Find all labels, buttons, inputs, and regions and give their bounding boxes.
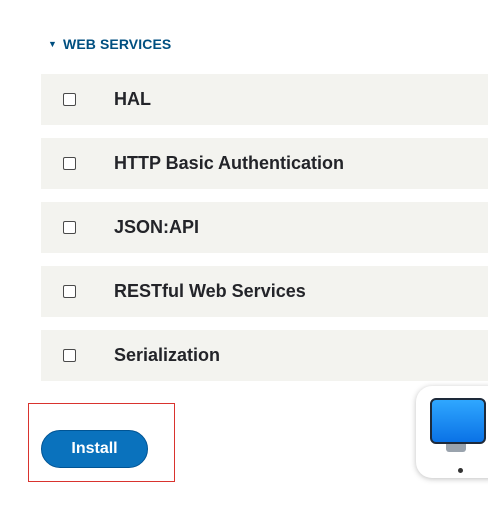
triangle-down-icon: ▼ <box>48 38 58 49</box>
page: ▼ WEB SERVICES HAL HTTP Basic Authentica… <box>0 0 488 518</box>
module-label-hal[interactable]: HAL <box>114 89 151 110</box>
module-row-http-basic-auth: HTTP Basic Authentication <box>41 138 488 189</box>
module-checkbox-hal[interactable] <box>63 93 76 106</box>
module-checkbox-jsonapi[interactable] <box>63 221 76 234</box>
module-row-restful: RESTful Web Services <box>41 266 488 317</box>
module-label-restful[interactable]: RESTful Web Services <box>114 281 306 302</box>
running-indicator-dot <box>458 468 463 473</box>
module-row-jsonapi: JSON:API <box>41 202 488 253</box>
module-list: HAL HTTP Basic Authentication JSON:API R… <box>41 74 488 394</box>
monitor-stand <box>446 444 466 452</box>
module-checkbox-serialization[interactable] <box>63 349 76 362</box>
install-button[interactable]: Install <box>41 430 148 468</box>
module-label-serialization[interactable]: Serialization <box>114 345 220 366</box>
web-services-section-toggle[interactable]: ▼ WEB SERVICES <box>48 36 171 52</box>
module-row-hal: HAL <box>41 74 488 125</box>
module-checkbox-restful[interactable] <box>63 285 76 298</box>
module-label-jsonapi[interactable]: JSON:API <box>114 217 199 238</box>
computer-monitor-icon <box>430 398 486 444</box>
module-checkbox-http-basic-auth[interactable] <box>63 157 76 170</box>
module-row-serialization: Serialization <box>41 330 488 381</box>
section-title: WEB SERVICES <box>63 36 172 52</box>
module-label-http-basic-auth[interactable]: HTTP Basic Authentication <box>114 153 344 174</box>
dock-app-tile[interactable] <box>416 386 488 478</box>
